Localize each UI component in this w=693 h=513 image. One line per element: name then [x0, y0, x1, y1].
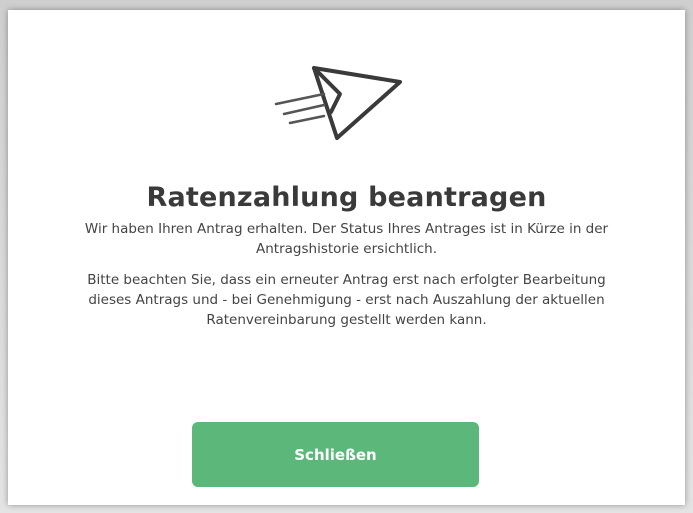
paper-plane-send-icon [270, 64, 410, 150]
close-button[interactable]: Schließen [192, 422, 479, 487]
info-message: Bitte beachten Sie, dass ein erneuter An… [87, 272, 606, 328]
confirmation-message: Wir haben Ihren Antrag erhalten. Der Sta… [84, 221, 609, 257]
dialog-title: Ratenzahlung beantragen [146, 182, 547, 213]
screen-background: Ratenzahlung beantragen Wir haben Ihren … [0, 0, 693, 513]
confirmation-dialog: Ratenzahlung beantragen Wir haben Ihren … [8, 10, 685, 505]
